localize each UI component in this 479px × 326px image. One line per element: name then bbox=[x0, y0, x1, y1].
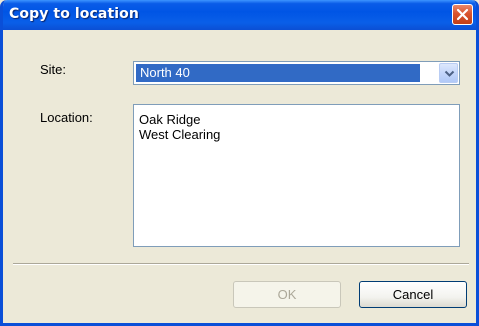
site-selected-value: North 40 bbox=[136, 64, 420, 82]
dialog-title: Copy to location bbox=[9, 6, 139, 22]
ok-button[interactable]: OK bbox=[233, 281, 341, 308]
location-listbox[interactable]: Oak Ridge West Clearing bbox=[133, 104, 460, 247]
chevron-down-icon bbox=[444, 70, 455, 77]
copy-to-location-dialog: Copy to location Site: North 40 Location… bbox=[0, 0, 479, 326]
location-label: Location: bbox=[40, 110, 93, 125]
title-bar[interactable]: Copy to location bbox=[3, 0, 476, 30]
close-button[interactable] bbox=[452, 4, 473, 25]
site-label: Site: bbox=[40, 62, 67, 77]
dropdown-button[interactable] bbox=[439, 63, 458, 83]
cancel-button[interactable]: Cancel bbox=[359, 281, 467, 308]
divider bbox=[13, 263, 469, 265]
list-item[interactable]: Oak Ridge bbox=[135, 112, 220, 127]
close-icon bbox=[456, 8, 469, 21]
list-item[interactable]: West Clearing bbox=[135, 127, 220, 142]
site-dropdown[interactable]: North 40 bbox=[133, 61, 460, 85]
